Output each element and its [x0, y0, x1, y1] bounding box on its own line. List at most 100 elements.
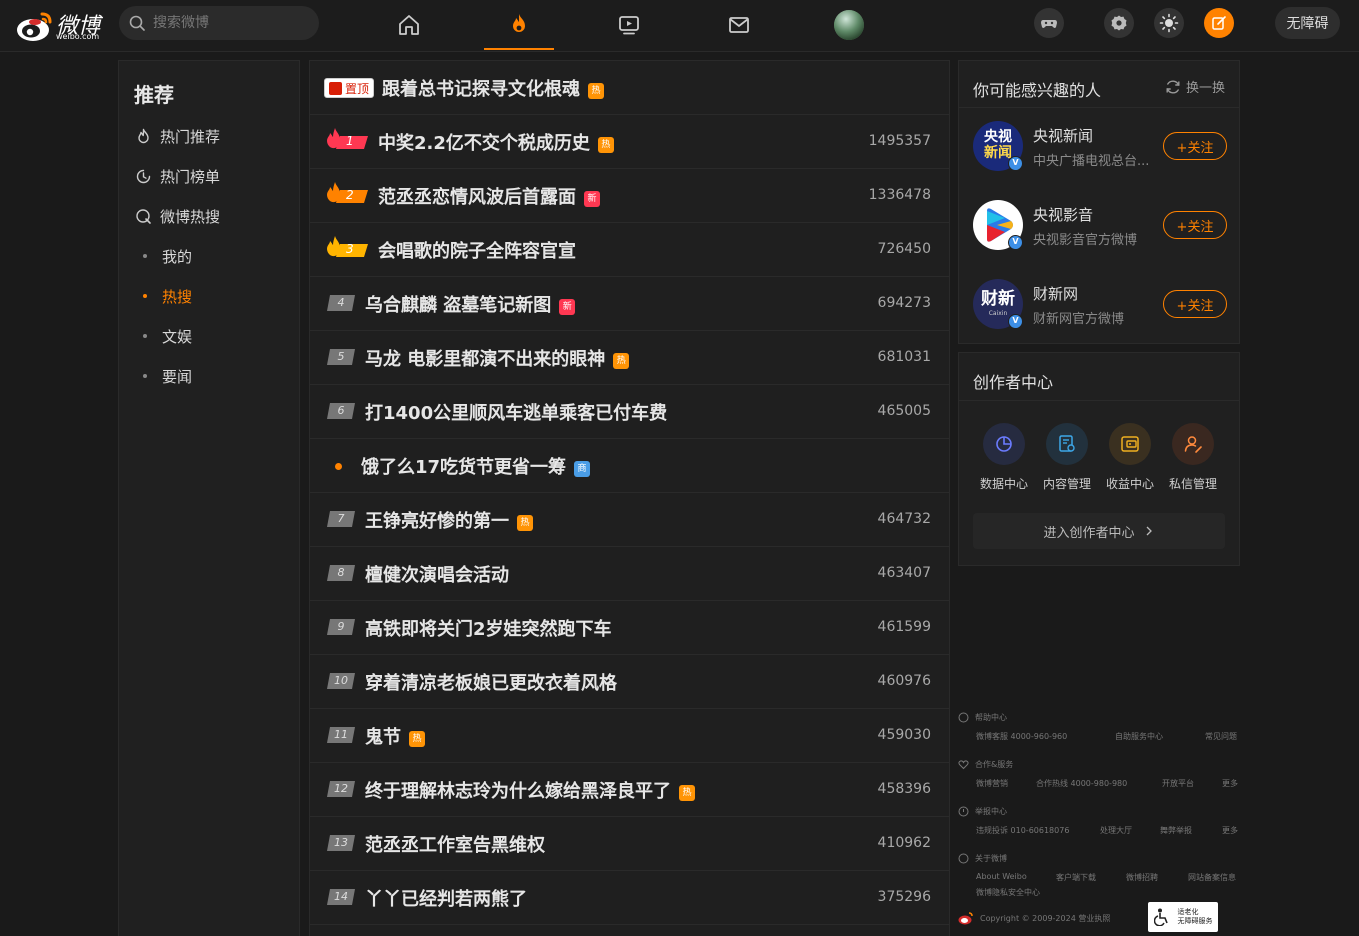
footer-link[interactable]: 自助服务中心: [1115, 731, 1163, 742]
hot-search-row[interactable]: 8 檀健次演唱会活动 463407: [310, 547, 949, 601]
hot-tag: 热: [679, 785, 695, 801]
footer-section-title: 关于微博: [958, 853, 1007, 864]
bullet-dot: [143, 294, 147, 298]
creator-data-center[interactable]: 数据中心: [974, 423, 1034, 492]
clock-outline-icon: [136, 169, 151, 183]
accessibility-button[interactable]: 无障碍: [1275, 7, 1340, 39]
footer-link[interactable]: 常见问题: [1205, 731, 1237, 742]
sidebar-subitem-entertainment[interactable]: 文娱: [143, 324, 192, 348]
nav-messages[interactable]: [704, 0, 774, 50]
footer-link[interactable]: 微博隐私安全中心: [976, 887, 1040, 898]
follow-button[interactable]: +关注: [1163, 132, 1227, 160]
rank-badge: 7: [326, 510, 356, 528]
footer-link[interactable]: 客户端下载: [1056, 872, 1096, 883]
hot-search-title[interactable]: 乌合麒麟 盗墓笔记新图新: [365, 291, 576, 317]
search-box[interactable]: [119, 6, 319, 40]
rank-number: 1: [346, 134, 354, 148]
weibo-eye-icon: [17, 12, 52, 41]
hot-search-title[interactable]: 马龙 电影里都演不出来的眼神热: [365, 345, 630, 371]
hot-search-title[interactable]: 高铁即将关门2岁娃突然跑下车: [365, 615, 612, 641]
hot-search-row[interactable]: 13 范丞丞工作室告黑维权 410962: [310, 817, 949, 871]
hot-search-title[interactable]: 王铮亮好惨的第一热: [365, 507, 533, 533]
nav-profile[interactable]: [814, 0, 884, 50]
sidebar-item-label: 热门推荐: [160, 127, 221, 146]
nav-home[interactable]: [374, 0, 444, 50]
rank-number: 10: [334, 674, 348, 687]
nav-hot[interactable]: [484, 0, 554, 50]
hot-search-row[interactable]: 14 丫丫已经判若两熊了 375296: [310, 871, 949, 925]
creator-revenue-center[interactable]: 收益中心: [1100, 423, 1160, 492]
search-input[interactable]: [153, 6, 313, 40]
sidebar-subitem-news[interactable]: 要闻: [143, 364, 192, 388]
hot-search-row[interactable]: 12 终于理解林志玲为什么嫁给黑泽良平了热 458396: [310, 763, 949, 817]
person-name[interactable]: 央视新闻: [1033, 125, 1093, 146]
footer-link[interactable]: 合作热线 4000-980-980: [1036, 778, 1127, 789]
rank-badge: 14: [326, 888, 356, 906]
person-name[interactable]: 央视影音: [1033, 204, 1093, 225]
hot-search-title[interactable]: 打1400公里顺风车逃单乘客已付车费: [365, 399, 667, 425]
creator-content-management[interactable]: 内容管理: [1037, 423, 1097, 492]
compose-button[interactable]: [1204, 8, 1234, 38]
footer-link[interactable]: 微博客服 4000-960-960: [976, 731, 1067, 742]
follow-button[interactable]: +关注: [1163, 290, 1227, 318]
hot-search-row[interactable]: 10 穿着清凉老板娘已更改衣着风格 460976: [310, 655, 949, 709]
hot-search-count: 726450: [877, 241, 931, 257]
edit-icon: [1212, 16, 1226, 30]
hot-search-row[interactable]: 4 乌合麒麟 盗墓笔记新图新 694273: [310, 277, 949, 331]
follow-button[interactable]: +关注: [1163, 211, 1227, 239]
sidebar-subitem-hot-search[interactable]: 热搜: [143, 284, 192, 308]
creator-dm-management[interactable]: 私信管理: [1163, 423, 1223, 492]
hot-search-title[interactable]: 鬼节热: [365, 723, 425, 749]
hot-search-row[interactable]: 7 王铮亮好惨的第一热 464732: [310, 493, 949, 547]
hot-search-row[interactable]: 6 打1400公里顺风车逃单乘客已付车费 465005: [310, 385, 949, 439]
hot-search-title[interactable]: 会唱歌的院子全阵容官宣: [378, 237, 576, 263]
footer-link[interactable]: 更多: [1222, 825, 1238, 836]
game-button[interactable]: [1034, 8, 1064, 38]
sidebar-item-weibo-hot-search[interactable]: 微博热搜: [135, 204, 220, 228]
suggested-person: V 央视影音 央视影音官方微博 +关注: [973, 197, 1227, 257]
hot-search-title[interactable]: 中奖2.2亿不交个税成历史热: [378, 129, 614, 155]
sidebar-subitem-mine[interactable]: 我的: [143, 244, 192, 268]
theme-toggle-button[interactable]: [1154, 8, 1184, 38]
enter-creator-center-button[interactable]: 进入创作者中心: [973, 513, 1225, 549]
footer-link[interactable]: 违规投诉 010-60618076: [976, 825, 1069, 836]
footer-link[interactable]: 处理大厅: [1100, 825, 1132, 836]
footer-link[interactable]: 微博招聘: [1126, 872, 1158, 883]
hot-search-pinned-row[interactable]: 置顶 跟着总书记探寻文化根魂热: [310, 61, 949, 115]
verified-badge-icon: V: [1008, 235, 1023, 250]
footer-link[interactable]: 网站备案信息: [1188, 872, 1236, 883]
person-description: 央视影音官方微博: [1033, 233, 1138, 248]
nav-video[interactable]: [594, 0, 664, 50]
hot-search-row[interactable]: 9 高铁即将关门2岁娃突然跑下车 461599: [310, 601, 949, 655]
accessibility-label: 无障碍: [1286, 16, 1329, 32]
footer-link[interactable]: About Weibo: [976, 872, 1027, 881]
hot-search-title[interactable]: 饿了么17吃货节更省一筹商: [361, 453, 591, 479]
footer-link[interactable]: 开放平台: [1162, 778, 1194, 789]
weibo-logo[interactable]: 微博 weibo.com: [16, 4, 108, 44]
hot-search-title[interactable]: 范丞丞恋情风波后首露面新: [378, 183, 600, 209]
hot-search-row[interactable]: 2 范丞丞恋情风波后首露面新 1336478: [310, 169, 949, 223]
footer-link[interactable]: 更多: [1222, 778, 1238, 789]
footer-link[interactable]: 舞弊举报: [1160, 825, 1192, 836]
hot-search-title[interactable]: 范丞丞工作室告黑维权: [365, 831, 545, 857]
hot-search-row[interactable]: 3 会唱歌的院子全阵容官宣 726450: [310, 223, 949, 277]
left-sidebar: 推荐 热门推荐 热门榜单 微博热搜 我的 热搜 文娱 要闻: [118, 60, 300, 936]
refresh-button[interactable]: 换一换: [1165, 77, 1225, 96]
hot-search-title[interactable]: 终于理解林志玲为什么嫁给黑泽良平了热: [365, 777, 695, 803]
hot-search-row[interactable]: 1 中奖2.2亿不交个税成历史热 1495357: [310, 115, 949, 169]
hot-search-row[interactable]: 11 鬼节热 459030: [310, 709, 949, 763]
pinned-title[interactable]: 跟着总书记探寻文化根魂热: [382, 75, 604, 101]
rank-badge: 4: [326, 294, 356, 312]
sidebar-item-hot-recommend[interactable]: 热门推荐: [135, 124, 220, 148]
hot-search-title[interactable]: 丫丫已经判若两熊了: [365, 885, 527, 911]
sidebar-item-hot-rank[interactable]: 热门榜单: [135, 164, 220, 188]
footer-link[interactable]: 微博营销: [976, 778, 1008, 789]
hot-search-row[interactable]: 饿了么17吃货节更省一筹商: [310, 439, 949, 493]
hot-search-row[interactable]: 5 马龙 电影里都演不出来的眼神热 681031: [310, 331, 949, 385]
hot-search-title[interactable]: 檀健次演唱会活动: [365, 561, 509, 587]
promoted-dot: [335, 463, 342, 470]
hot-search-title[interactable]: 穿着清凉老板娘已更改衣着风格: [365, 669, 617, 695]
accessibility-service-badge[interactable]: 适老化 无障碍服务: [1148, 902, 1218, 932]
person-name[interactable]: 财新网: [1033, 283, 1078, 304]
settings-button[interactable]: [1104, 8, 1134, 38]
